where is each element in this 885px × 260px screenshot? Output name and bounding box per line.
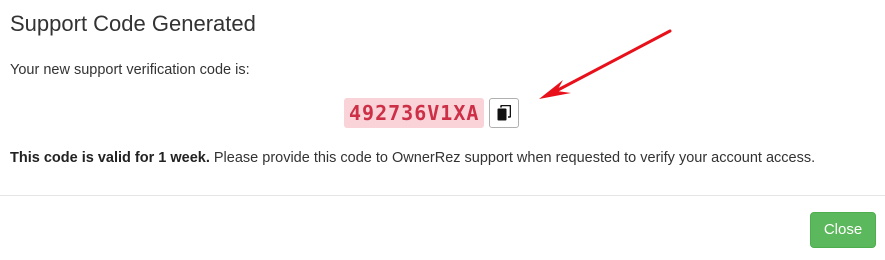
close-button[interactable]: Close bbox=[810, 212, 876, 248]
modal-title: Support Code Generated bbox=[10, 11, 256, 36]
copy-icon bbox=[497, 105, 512, 121]
validity-rest-text: Please provide this code to OwnerRez sup… bbox=[209, 150, 816, 166]
copy-code-button[interactable] bbox=[489, 98, 520, 128]
support-code-modal: Support Code Generated Your new support … bbox=[0, 0, 885, 260]
support-code-row: 492736V1XA bbox=[344, 96, 520, 130]
annotation-arrow bbox=[539, 29, 672, 99]
validity-text: This code is valid for 1 week. Please pr… bbox=[10, 147, 870, 169]
support-code: 492736V1XA bbox=[344, 98, 485, 128]
intro-text: Your new support verification code is: bbox=[10, 62, 250, 78]
footer-divider bbox=[0, 195, 885, 196]
validity-bold-text: This code is valid for 1 week. bbox=[10, 150, 210, 166]
